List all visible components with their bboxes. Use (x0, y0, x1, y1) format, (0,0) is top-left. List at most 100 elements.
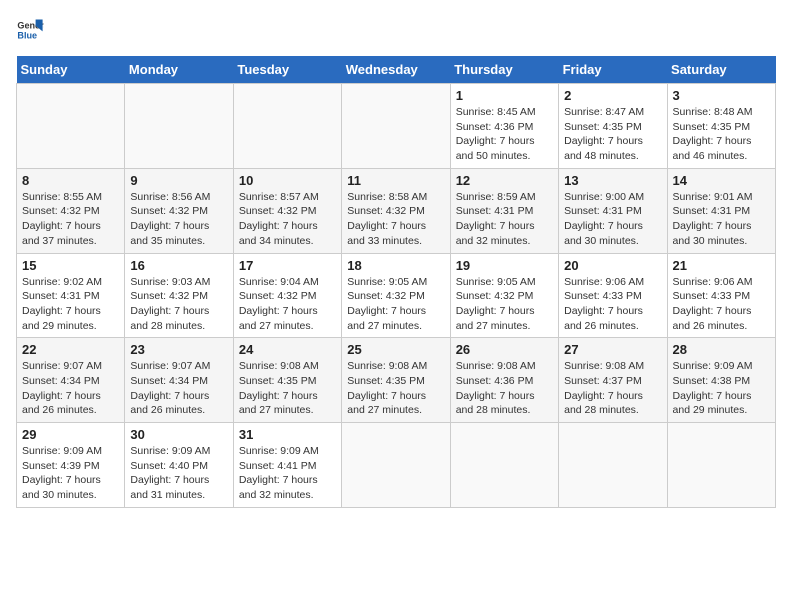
calendar-cell (233, 84, 341, 169)
logo-icon: General Blue (16, 16, 44, 44)
day-number: 26 (456, 342, 553, 357)
day-info: Sunrise: 8:58 AMSunset: 4:32 PMDaylight:… (347, 190, 444, 249)
day-header-friday: Friday (559, 56, 667, 84)
calendar-table: SundayMondayTuesdayWednesdayThursdayFrid… (16, 56, 776, 508)
day-info: Sunrise: 9:08 AMSunset: 4:35 PMDaylight:… (239, 359, 336, 418)
day-number: 19 (456, 258, 553, 273)
calendar-cell: 30 Sunrise: 9:09 AMSunset: 4:40 PMDaylig… (125, 423, 233, 508)
day-number: 25 (347, 342, 444, 357)
day-header-sunday: Sunday (17, 56, 125, 84)
day-header-tuesday: Tuesday (233, 56, 341, 84)
calendar-cell: 18 Sunrise: 9:05 AMSunset: 4:32 PMDaylig… (342, 253, 450, 338)
day-number: 3 (673, 88, 770, 103)
day-info: Sunrise: 9:06 AMSunset: 4:33 PMDaylight:… (564, 275, 661, 334)
calendar-cell: 27 Sunrise: 9:08 AMSunset: 4:37 PMDaylig… (559, 338, 667, 423)
day-number: 8 (22, 173, 119, 188)
day-number: 11 (347, 173, 444, 188)
calendar-cell (342, 84, 450, 169)
calendar-cell: 26 Sunrise: 9:08 AMSunset: 4:36 PMDaylig… (450, 338, 558, 423)
calendar-cell (667, 423, 775, 508)
calendar-cell: 15 Sunrise: 9:02 AMSunset: 4:31 PMDaylig… (17, 253, 125, 338)
day-info: Sunrise: 8:56 AMSunset: 4:32 PMDaylight:… (130, 190, 227, 249)
day-info: Sunrise: 9:09 AMSunset: 4:41 PMDaylight:… (239, 444, 336, 503)
day-info: Sunrise: 9:02 AMSunset: 4:31 PMDaylight:… (22, 275, 119, 334)
day-info: Sunrise: 8:45 AMSunset: 4:36 PMDaylight:… (456, 105, 553, 164)
calendar-cell: 20 Sunrise: 9:06 AMSunset: 4:33 PMDaylig… (559, 253, 667, 338)
day-info: Sunrise: 9:09 AMSunset: 4:40 PMDaylight:… (130, 444, 227, 503)
svg-text:Blue: Blue (17, 30, 37, 40)
day-number: 24 (239, 342, 336, 357)
day-info: Sunrise: 9:09 AMSunset: 4:38 PMDaylight:… (673, 359, 770, 418)
day-info: Sunrise: 8:55 AMSunset: 4:32 PMDaylight:… (22, 190, 119, 249)
calendar-cell: 3 Sunrise: 8:48 AMSunset: 4:35 PMDayligh… (667, 84, 775, 169)
day-info: Sunrise: 9:05 AMSunset: 4:32 PMDaylight:… (347, 275, 444, 334)
day-info: Sunrise: 9:01 AMSunset: 4:31 PMDaylight:… (673, 190, 770, 249)
day-number: 17 (239, 258, 336, 273)
calendar-cell: 14 Sunrise: 9:01 AMSunset: 4:31 PMDaylig… (667, 168, 775, 253)
calendar-cell: 8 Sunrise: 8:55 AMSunset: 4:32 PMDayligh… (17, 168, 125, 253)
day-info: Sunrise: 9:03 AMSunset: 4:32 PMDaylight:… (130, 275, 227, 334)
day-header-wednesday: Wednesday (342, 56, 450, 84)
calendar-cell: 19 Sunrise: 9:05 AMSunset: 4:32 PMDaylig… (450, 253, 558, 338)
day-number: 20 (564, 258, 661, 273)
calendar-cell (17, 84, 125, 169)
calendar-cell (450, 423, 558, 508)
day-number: 12 (456, 173, 553, 188)
calendar-cell: 17 Sunrise: 9:04 AMSunset: 4:32 PMDaylig… (233, 253, 341, 338)
day-number: 30 (130, 427, 227, 442)
calendar-cell: 21 Sunrise: 9:06 AMSunset: 4:33 PMDaylig… (667, 253, 775, 338)
day-info: Sunrise: 8:47 AMSunset: 4:35 PMDaylight:… (564, 105, 661, 164)
day-number: 21 (673, 258, 770, 273)
day-info: Sunrise: 9:07 AMSunset: 4:34 PMDaylight:… (22, 359, 119, 418)
day-header-thursday: Thursday (450, 56, 558, 84)
calendar-cell: 16 Sunrise: 9:03 AMSunset: 4:32 PMDaylig… (125, 253, 233, 338)
calendar-cell: 28 Sunrise: 9:09 AMSunset: 4:38 PMDaylig… (667, 338, 775, 423)
calendar-cell: 9 Sunrise: 8:56 AMSunset: 4:32 PMDayligh… (125, 168, 233, 253)
day-info: Sunrise: 9:00 AMSunset: 4:31 PMDaylight:… (564, 190, 661, 249)
day-info: Sunrise: 9:08 AMSunset: 4:36 PMDaylight:… (456, 359, 553, 418)
calendar-cell: 1 Sunrise: 8:45 AMSunset: 4:36 PMDayligh… (450, 84, 558, 169)
day-number: 2 (564, 88, 661, 103)
day-number: 22 (22, 342, 119, 357)
day-number: 9 (130, 173, 227, 188)
day-number: 15 (22, 258, 119, 273)
page-header: General Blue (16, 16, 776, 44)
calendar-cell: 22 Sunrise: 9:07 AMSunset: 4:34 PMDaylig… (17, 338, 125, 423)
calendar-cell: 13 Sunrise: 9:00 AMSunset: 4:31 PMDaylig… (559, 168, 667, 253)
day-info: Sunrise: 8:57 AMSunset: 4:32 PMDaylight:… (239, 190, 336, 249)
calendar-cell: 31 Sunrise: 9:09 AMSunset: 4:41 PMDaylig… (233, 423, 341, 508)
calendar-cell: 25 Sunrise: 9:08 AMSunset: 4:35 PMDaylig… (342, 338, 450, 423)
day-number: 28 (673, 342, 770, 357)
day-info: Sunrise: 8:59 AMSunset: 4:31 PMDaylight:… (456, 190, 553, 249)
calendar-cell (342, 423, 450, 508)
logo: General Blue (16, 16, 48, 44)
calendar-cell (559, 423, 667, 508)
calendar-cell: 2 Sunrise: 8:47 AMSunset: 4:35 PMDayligh… (559, 84, 667, 169)
day-number: 14 (673, 173, 770, 188)
calendar-cell: 23 Sunrise: 9:07 AMSunset: 4:34 PMDaylig… (125, 338, 233, 423)
day-info: Sunrise: 9:08 AMSunset: 4:35 PMDaylight:… (347, 359, 444, 418)
calendar-cell: 11 Sunrise: 8:58 AMSunset: 4:32 PMDaylig… (342, 168, 450, 253)
day-info: Sunrise: 9:06 AMSunset: 4:33 PMDaylight:… (673, 275, 770, 334)
calendar-cell: 24 Sunrise: 9:08 AMSunset: 4:35 PMDaylig… (233, 338, 341, 423)
day-header-saturday: Saturday (667, 56, 775, 84)
day-number: 13 (564, 173, 661, 188)
day-number: 29 (22, 427, 119, 442)
day-info: Sunrise: 9:04 AMSunset: 4:32 PMDaylight:… (239, 275, 336, 334)
day-info: Sunrise: 9:08 AMSunset: 4:37 PMDaylight:… (564, 359, 661, 418)
day-number: 16 (130, 258, 227, 273)
day-number: 1 (456, 88, 553, 103)
day-header-monday: Monday (125, 56, 233, 84)
calendar-cell (125, 84, 233, 169)
day-number: 31 (239, 427, 336, 442)
day-number: 18 (347, 258, 444, 273)
day-info: Sunrise: 9:05 AMSunset: 4:32 PMDaylight:… (456, 275, 553, 334)
day-info: Sunrise: 9:09 AMSunset: 4:39 PMDaylight:… (22, 444, 119, 503)
day-number: 10 (239, 173, 336, 188)
calendar-cell: 10 Sunrise: 8:57 AMSunset: 4:32 PMDaylig… (233, 168, 341, 253)
calendar-cell: 29 Sunrise: 9:09 AMSunset: 4:39 PMDaylig… (17, 423, 125, 508)
day-info: Sunrise: 9:07 AMSunset: 4:34 PMDaylight:… (130, 359, 227, 418)
calendar-cell: 12 Sunrise: 8:59 AMSunset: 4:31 PMDaylig… (450, 168, 558, 253)
day-number: 23 (130, 342, 227, 357)
day-number: 27 (564, 342, 661, 357)
